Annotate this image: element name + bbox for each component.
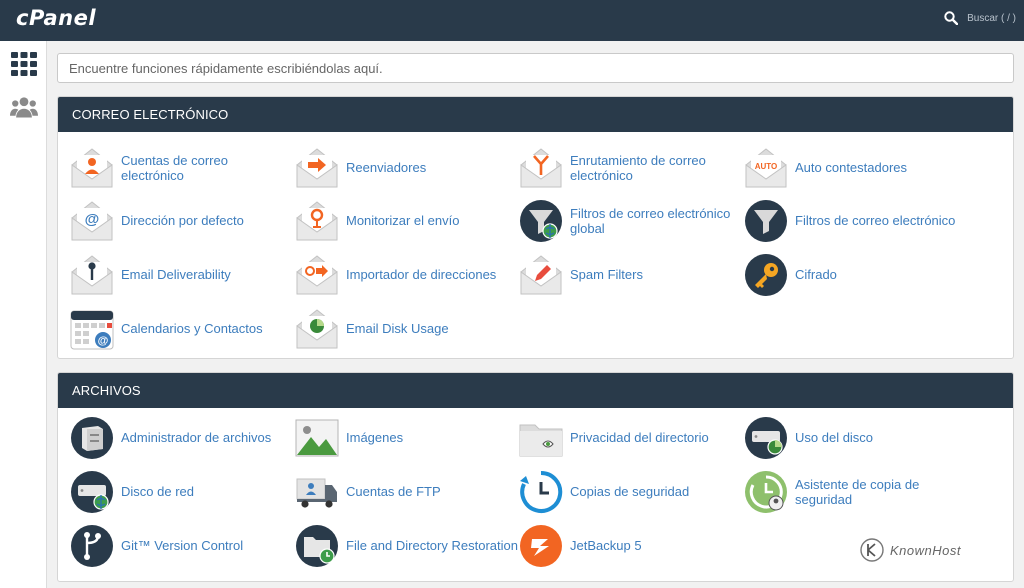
encryption-label: Cifrado (795, 267, 837, 283)
auto-icon-text: AUTO (755, 162, 778, 171)
envelope-key-icon (70, 253, 114, 297)
server-globe-icon (70, 470, 114, 514)
jetbackup-link[interactable]: JetBackup 5 (519, 521, 743, 571)
files-section-title[interactable]: ARCHIVOS (58, 373, 1013, 408)
calendars-contacts-link[interactable]: @ Calendarios y Contactos (70, 304, 294, 354)
header-search-label[interactable]: Buscar ( / ) (967, 13, 1016, 24)
envelope-pin-icon (295, 199, 339, 243)
spam-filters-link[interactable]: Spam Filters (519, 250, 743, 300)
envelope-import-icon (295, 253, 339, 297)
directory-privacy-label: Privacidad del directorio (570, 430, 709, 446)
email-deliverability-label: Email Deliverability (121, 267, 231, 283)
cpanel-logo[interactable]: cPanel (16, 6, 96, 30)
email-section: CORREO ELECTRÓNICO Cuentas de correo ele… (57, 96, 1014, 359)
git-version-control-label: Git™ Version Control (121, 538, 244, 554)
quick-search-input[interactable] (57, 53, 1014, 83)
disk-usage-label: Uso del disco (795, 430, 874, 446)
email-section-title[interactable]: CORREO ELECTRÓNICO (58, 97, 1013, 132)
file-manager-label: Administrador de archivos (121, 430, 272, 446)
email-disk-usage-label: Email Disk Usage (346, 321, 449, 337)
images-label: Imágenes (346, 430, 404, 446)
folder-restore-icon (295, 524, 339, 568)
truck-user-icon (295, 470, 339, 514)
images-link[interactable]: Imágenes (295, 413, 519, 463)
funnel-icon (744, 199, 788, 243)
search-icon (944, 11, 959, 25)
calendars-contacts-label: Calendarios y Contactos (121, 321, 263, 337)
users-icon[interactable] (10, 93, 38, 121)
folder-eye-icon (519, 416, 563, 460)
global-email-filters-label: Filtros de correo electrónico global (570, 205, 731, 237)
jetbackup-label: JetBackup 5 (570, 538, 642, 554)
default-address-link[interactable]: @ Dirección por defecto (70, 196, 294, 246)
global-email-filters-link[interactable]: Filtros de correo electrónico global (519, 196, 743, 246)
web-disk-link[interactable]: Disco de red (70, 467, 294, 517)
backup-wizard-link[interactable]: Asistente de copia de seguridad (744, 467, 968, 517)
envelope-arrow-icon (295, 146, 339, 190)
forwarders-label: Reenviadores (346, 160, 427, 176)
autoresponders-label: Auto contestadores (795, 160, 908, 176)
file-directory-restoration-label: File and Directory Restoration (346, 538, 518, 554)
ftp-accounts-link[interactable]: Cuentas de FTP (295, 467, 519, 517)
encryption-link[interactable]: Cifrado (744, 250, 968, 300)
envelope-pencil-icon (519, 253, 563, 297)
left-rail (0, 41, 47, 588)
jetbackup-icon (519, 524, 563, 568)
knownhost-logo-icon (860, 538, 884, 562)
header-search[interactable]: Buscar ( / ) (944, 11, 1016, 25)
email-routing-link[interactable]: Enrutamiento de correo electrónico (519, 143, 743, 193)
knownhost-watermark: KnownHost (860, 538, 961, 562)
funnel-globe-icon (519, 199, 563, 243)
backup-wizard-icon (744, 470, 788, 514)
key-icon (744, 253, 788, 297)
email-filters-link[interactable]: Filtros de correo electrónico (744, 196, 968, 246)
track-delivery-link[interactable]: Monitorizar el envío (295, 196, 519, 246)
git-branch-icon (70, 524, 114, 568)
image-icon (295, 416, 339, 460)
knownhost-text: KnownHost (890, 542, 961, 558)
email-accounts-label: Cuentas de correo electrónico (121, 152, 228, 184)
address-importer-label: Importador de direcciones (346, 267, 497, 283)
default-address-label: Dirección por defecto (121, 213, 244, 229)
git-version-control-link[interactable]: Git™ Version Control (70, 521, 294, 571)
clock-backup-icon (519, 470, 563, 514)
email-routing-label: Enrutamiento de correo electrónico (570, 152, 706, 184)
backup-wizard-label: Asistente de copia de seguridad (795, 476, 920, 508)
autoresponders-link[interactable]: AUTO Auto contestadores (744, 143, 968, 193)
email-deliverability-link[interactable]: Email Deliverability (70, 250, 294, 300)
file-cabinet-icon (70, 416, 114, 460)
address-importer-link[interactable]: Importador de direcciones (295, 250, 519, 300)
grid-icon[interactable] (10, 50, 38, 78)
file-manager-link[interactable]: Administrador de archivos (70, 413, 294, 463)
disk-usage-link[interactable]: Uso del disco (744, 413, 968, 463)
server-pie-icon (744, 416, 788, 460)
email-disk-usage-link[interactable]: Email Disk Usage (295, 304, 519, 354)
email-filters-label: Filtros de correo electrónico (795, 213, 956, 229)
spam-filters-label: Spam Filters (570, 267, 643, 283)
track-delivery-label: Monitorizar el envío (346, 213, 460, 229)
envelope-routing-icon (519, 146, 563, 190)
envelope-pie-icon (295, 307, 339, 351)
at-icon-text: @ (85, 211, 100, 228)
calendar-at-icon-text: @ (98, 335, 109, 347)
calendar-icon: @ (70, 307, 114, 351)
backups-label: Copias de seguridad (570, 484, 690, 500)
backups-link[interactable]: Copias de seguridad (519, 467, 743, 517)
web-disk-label: Disco de red (121, 484, 194, 500)
envelope-at-icon: @ (70, 199, 114, 243)
file-directory-restoration-link[interactable]: File and Directory Restoration (295, 521, 519, 571)
directory-privacy-link[interactable]: Privacidad del directorio (519, 413, 743, 463)
envelope-auto-icon: AUTO (744, 146, 788, 190)
top-bar: cPanel Buscar ( / ) (0, 0, 1024, 41)
ftp-accounts-label: Cuentas de FTP (346, 484, 441, 500)
forwarders-link[interactable]: Reenviadores (295, 143, 519, 193)
email-accounts-link[interactable]: Cuentas de correo electrónico (70, 143, 294, 193)
envelope-person-icon (70, 146, 114, 190)
